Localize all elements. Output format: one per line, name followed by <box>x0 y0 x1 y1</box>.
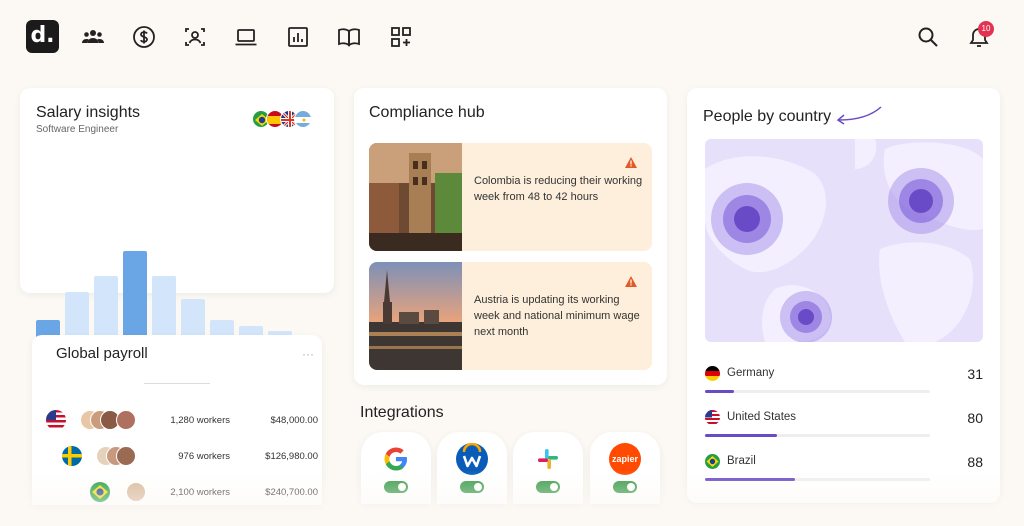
integration-google[interactable] <box>361 432 431 504</box>
usa-flag-icon <box>705 410 720 425</box>
vienna-skyline-image <box>369 262 462 370</box>
integration-slack[interactable] <box>513 432 583 504</box>
world-map[interactable] <box>705 139 983 342</box>
compliance-item-text: Colombia is reducing their working week … <box>474 175 643 203</box>
avatar <box>126 482 146 502</box>
more-options-icon[interactable]: ··· <box>302 347 314 361</box>
integration-zapier[interactable]: zapier <box>590 432 660 504</box>
country-progress-fill <box>705 390 735 393</box>
country-row-united-states[interactable]: United States 80 <box>705 407 985 447</box>
workday-icon <box>456 442 488 475</box>
book-icon[interactable] <box>337 25 361 49</box>
global-payroll-title: Global payroll <box>56 345 148 362</box>
colombia-street-image <box>369 143 462 251</box>
salary-insights-title: Salary insights <box>36 104 141 121</box>
search-icon[interactable] <box>916 25 940 49</box>
people-icon[interactable] <box>81 25 105 49</box>
global-payroll-card: Global payroll ··· 1,280 workers $48,000… <box>32 335 322 505</box>
slack-toggle[interactable] <box>536 481 560 493</box>
country-progress-track <box>705 478 930 481</box>
payroll-amount: $240,700.00 <box>265 487 318 498</box>
brazil-flag-icon <box>705 454 720 469</box>
compliance-item-text: Austria is updating its working week and… <box>474 294 640 338</box>
apps-add-icon[interactable] <box>389 25 413 49</box>
notification-badge: 10 <box>978 21 994 37</box>
deel-logo[interactable]: d. <box>26 20 59 53</box>
user-scan-icon[interactable] <box>183 25 207 49</box>
arrow-doodle-icon <box>836 106 882 125</box>
payroll-row[interactable]: 1,280 workers $48,000.00 <box>32 408 322 432</box>
avatar <box>116 446 136 466</box>
brazil-flag-icon <box>90 482 110 502</box>
country-progress-track <box>705 434 930 437</box>
chart-icon[interactable] <box>286 25 310 49</box>
integrations-title: Integrations <box>360 404 444 421</box>
salary-insights-card: Salary insights Software Engineer <box>20 88 334 366</box>
google-toggle[interactable] <box>384 481 408 493</box>
country-name: Brazil <box>727 455 756 467</box>
integration-workday[interactable] <box>437 432 507 504</box>
avatar <box>116 410 136 430</box>
germany-flag-icon <box>705 366 720 381</box>
payroll-amount: $126,980.00 <box>265 451 318 462</box>
country-row-brazil[interactable]: Brazil 88 <box>705 451 985 491</box>
zapier-toggle[interactable] <box>613 481 637 493</box>
country-count: 31 <box>967 366 983 382</box>
google-icon <box>380 443 412 475</box>
country-row-germany[interactable]: Germany 31 <box>705 363 985 403</box>
people-by-country-title: People by country <box>703 108 832 125</box>
zapier-icon: zapier <box>609 443 641 475</box>
payroll-workers: 976 workers <box>178 451 230 462</box>
warning-icon <box>625 276 637 287</box>
payroll-row[interactable]: 2,100 workers $240,700.00 <box>32 480 322 504</box>
compliance-hub-card: Compliance hub Colombia is reducing thei… <box>354 88 667 385</box>
salary-insights-subtitle: Software Engineer <box>36 124 119 135</box>
payroll-workers: 2,100 workers <box>170 487 230 498</box>
dollar-icon[interactable] <box>132 25 156 49</box>
payroll-workers: 1,280 workers <box>170 415 230 426</box>
usa-flag-icon <box>46 410 66 430</box>
laptop-icon[interactable] <box>234 25 258 49</box>
payroll-amount: $48,000.00 <box>270 415 318 426</box>
argentina-flag-icon <box>294 110 312 128</box>
country-name: United States <box>727 411 797 423</box>
country-progress-fill <box>705 434 777 437</box>
country-count: 80 <box>967 410 983 426</box>
payroll-row[interactable]: 976 workers $126,980.00 <box>32 444 322 468</box>
country-name: Germany <box>727 367 775 379</box>
workday-toggle[interactable] <box>460 481 484 493</box>
compliance-item[interactable]: Colombia is reducing their working week … <box>369 143 652 251</box>
slack-icon <box>532 443 564 475</box>
country-progress-track <box>705 390 930 393</box>
sweden-flag-icon <box>62 446 82 466</box>
country-count: 88 <box>967 454 983 470</box>
compliance-hub-title: Compliance hub <box>369 104 485 121</box>
svg-text:zapier: zapier <box>612 454 639 464</box>
country-progress-fill <box>705 478 795 481</box>
top-nav-bar: d. 10 <box>0 0 1024 76</box>
compliance-item[interactable]: Austria is updating its working week and… <box>369 262 652 370</box>
warning-icon <box>625 157 637 168</box>
payroll-divider <box>144 383 210 384</box>
people-by-country-card: People by country Germany 31 United Stat… <box>687 88 1000 503</box>
